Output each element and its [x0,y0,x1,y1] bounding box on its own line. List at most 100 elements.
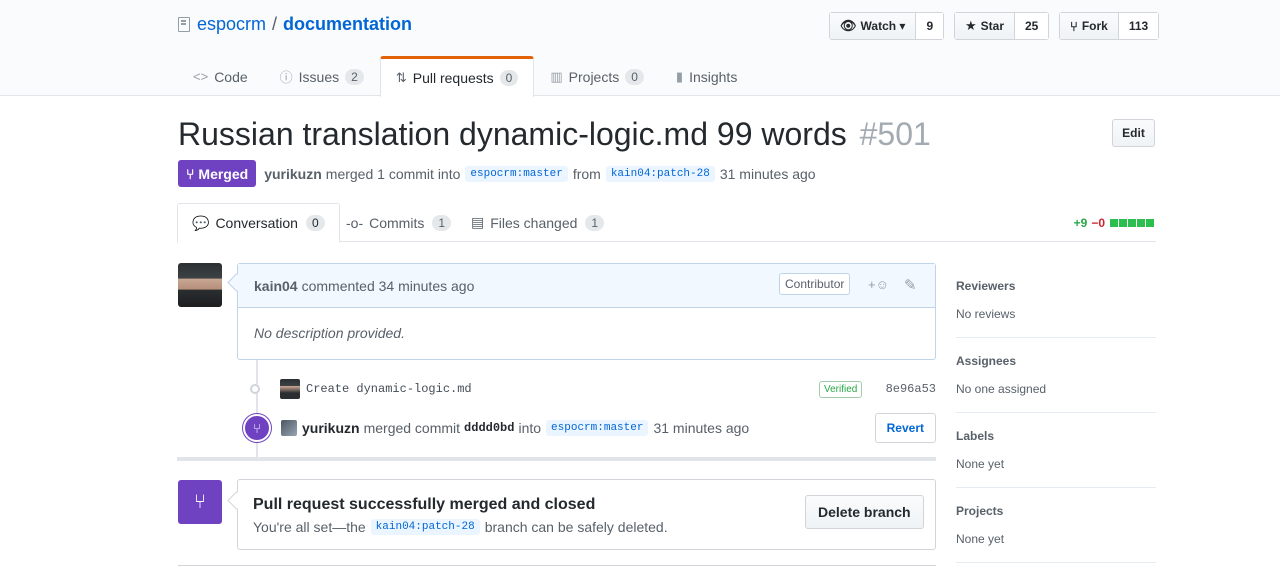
pencil-icon[interactable]: ✎ [904,276,917,294]
sidebar-projects: Projects None yet [956,488,1156,563]
issue-icon: ⓘ [279,70,293,85]
repo-owner-link[interactable]: espocrm [197,14,266,35]
diffstat-block [1110,219,1118,227]
commits-counter: 1 [432,214,452,231]
diffstat-block [1146,219,1154,227]
files-counter: 1 [585,214,605,231]
tab-projects[interactable]: ▥ Projects 0 [534,56,660,96]
projects-value: None yet [956,532,1005,546]
pulls-counter: 0 [499,70,519,86]
comment-icon: 💬 [192,214,210,231]
star-count[interactable]: 25 [1015,13,1049,39]
merge-event: ⑂ yurikuzn merged commit dddd0bd into es… [243,412,936,444]
tab-files-changed[interactable]: ▤ Files changed 1 [457,203,618,242]
commit-row: Create dynamic-logic.md Verified 8e96a53 [250,377,936,401]
code-icon: <> [193,69,209,84]
contributor-badge: Contributor [779,273,851,295]
star-button[interactable]: ★ Star [955,13,1015,39]
star-icon: ★ [965,18,977,33]
add-reaction-icon[interactable]: +☺ [868,277,889,292]
merged-desc-pre: You're all set—the [253,519,366,535]
comment-action[interactable]: commented 34 minutes ago [302,278,475,294]
comment-header: kain04 commented 34 minutes ago Contribu… [238,264,935,308]
sidebar-reviewers: Reviewers No reviews [956,263,1156,338]
repo-title: espocrm / documentation [178,14,412,35]
merged-branch[interactable]: kain04:patch-28 [370,519,480,535]
sidebar-assignees: Assignees No one assigned [956,338,1156,413]
comment-body: No description provided. [254,325,405,341]
fork-count[interactable]: 113 [1118,13,1159,39]
merge-into: into [518,420,542,436]
issues-counter: 2 [345,68,364,85]
tab-conversation[interactable]: 💬 Conversation 0 [177,203,340,243]
pull-request-icon: ⇅ [395,70,407,85]
avatar[interactable] [178,263,222,307]
merge-sha[interactable]: dddd0bd [464,421,514,435]
repo-header: espocrm / documentation 👁 Watch ▾ 9 ★ Star… [0,0,1280,97]
tab-insights[interactable]: ▮ Insights [660,56,753,96]
verified-badge[interactable]: Verified [819,381,863,398]
graph-icon: ▮ [675,68,684,84]
fork-button[interactable]: ⑂ Fork [1060,13,1119,39]
deletions: −0 [1091,216,1105,230]
diffstat-block [1137,219,1145,227]
commit-sha[interactable]: 8e96a53 [886,382,936,396]
diffstat[interactable]: +9 −0 [1074,216,1154,230]
merge-text: yurikuzn merged commit dddd0bd into espo… [281,420,749,436]
star-group: ★ Star 25 [954,12,1050,40]
tab-pull-requests[interactable]: ⇅ Pull requests 0 [379,56,535,97]
merge-event-time: 31 minutes ago [653,420,750,436]
commit-message[interactable]: Create dynamic-logic.md [306,382,472,396]
merger-avatar[interactable] [281,420,297,436]
merged-desc-post: branch can be safely deleted. [484,519,668,535]
merged-badge: ⑂ Merged [178,160,257,187]
fork-group: ⑂ Fork 113 [1059,12,1160,40]
base-branch[interactable]: espocrm:master [465,165,568,182]
repo-separator: / [272,14,278,34]
reviewers-value: No reviews [956,307,1016,321]
reviewers-label[interactable]: Reviewers [956,279,1156,293]
sidebar: Reviewers No reviews Assignees No one as… [956,263,1156,563]
head-branch[interactable]: kain04:patch-28 [605,165,715,182]
repo-name-link[interactable]: documentation [283,14,412,35]
tab-code[interactable]: <> Code [177,56,264,96]
commit-avatar[interactable] [280,379,300,399]
labels-value: None yet [956,457,1005,471]
watch-button[interactable]: 👁 Watch ▾ [830,13,917,39]
repo-icon [178,17,190,32]
delete-branch-button[interactable]: Delete branch [805,495,924,529]
merged-status-box: Pull request successfully merged and clo… [237,479,936,550]
merge-branch[interactable]: espocrm:master [546,420,649,436]
file-diff-icon: ▤ [471,214,485,230]
commit-icon: -o- [346,214,364,231]
merge-icon: ⑂ [243,414,271,442]
merger-link[interactable]: yurikuzn [264,166,322,182]
comment-author[interactable]: kain04 [254,278,298,294]
timeline-end-divider [177,457,936,461]
revert-button[interactable]: Revert [874,413,936,443]
diffstat-block [1128,219,1136,227]
labels-label[interactable]: Labels [956,429,1156,443]
merge-user[interactable]: yurikuzn [302,420,360,436]
assignees-value: No one assigned [956,382,1047,396]
additions: +9 [1073,216,1088,230]
tab-commits[interactable]: -o- Commits 1 [332,203,465,242]
conversation-counter: 0 [305,215,325,231]
merge-time: 31 minutes ago [719,165,816,182]
pr-tabs: 💬 Conversation 0 -o- Commits 1 ▤ Files change… [177,203,1156,243]
watch-group: 👁 Watch ▾ 9 [829,12,945,40]
assignees-label[interactable]: Assignees [956,354,1156,368]
watch-count[interactable]: 9 [916,13,944,39]
sidebar-labels: Labels None yet [956,413,1156,488]
pr-number: #501 [859,116,931,152]
merge-icon: ⑂ [186,165,195,182]
projects-label[interactable]: Projects [956,504,1156,518]
repo-nav: <> Code ⓘ Issues 2 ⇅ Pull requests 0 ▥ Project… [177,56,753,97]
edit-button[interactable]: Edit [1112,119,1155,147]
diffstat-block [1119,219,1127,227]
tab-issues[interactable]: ⓘ Issues 2 [264,56,380,96]
pr-meta: ⑂ Merged yurikuzn merged 1 commit into es… [178,160,816,187]
commit-dot-icon [250,384,260,394]
eye-icon: 👁 [840,18,857,33]
fork-icon: ⑂ [1070,18,1078,34]
